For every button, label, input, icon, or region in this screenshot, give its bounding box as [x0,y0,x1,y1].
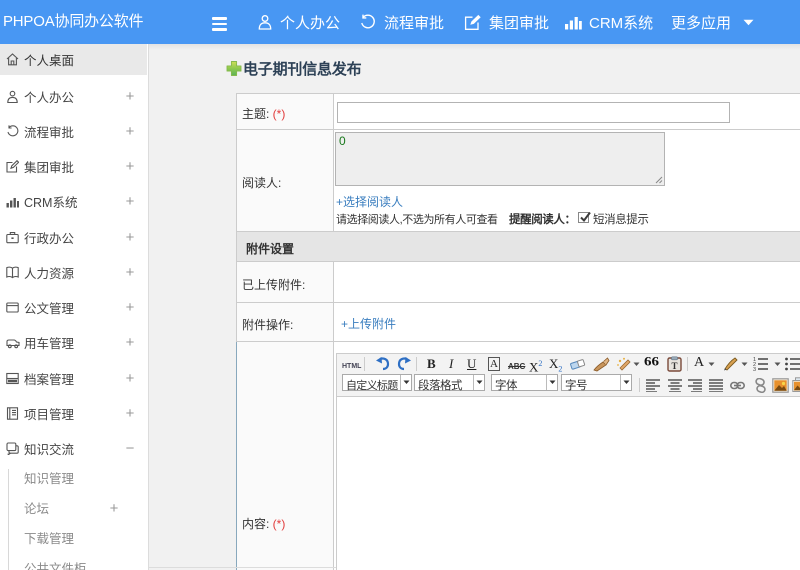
svg-text:3: 3 [753,367,756,371]
svg-text:T: T [671,361,677,371]
